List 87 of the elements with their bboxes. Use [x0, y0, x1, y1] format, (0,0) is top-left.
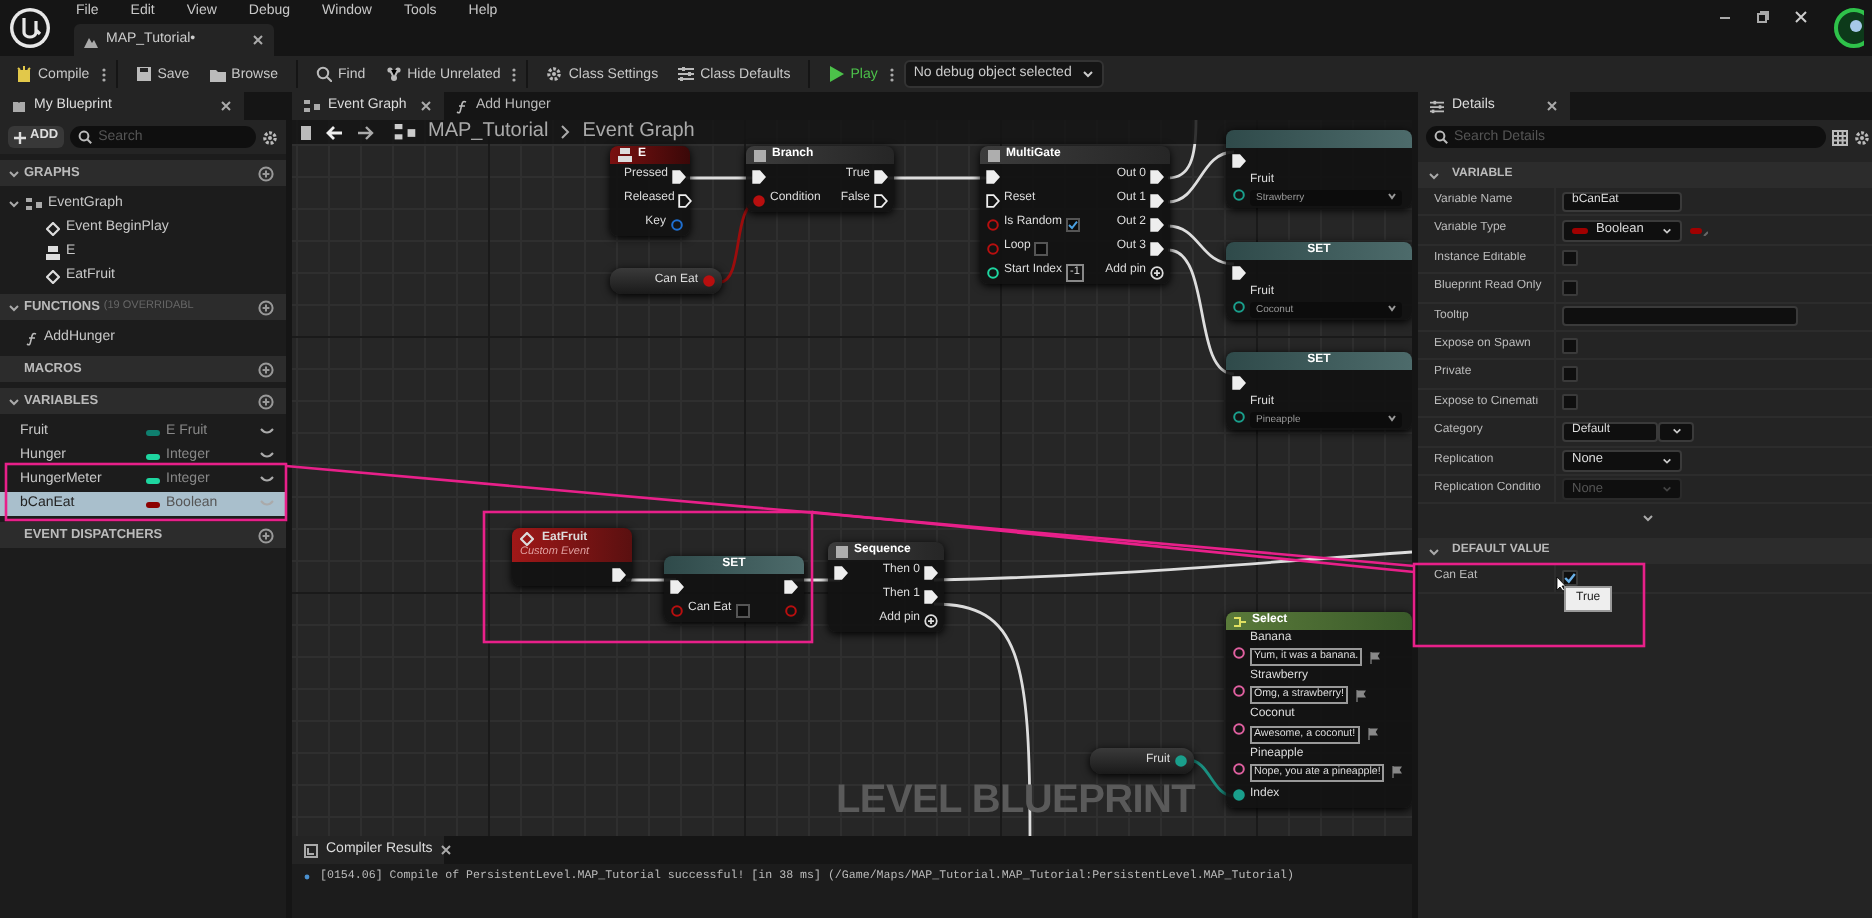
more-icon[interactable]	[512, 67, 517, 81]
caret-icon	[1388, 304, 1396, 313]
caret-icon	[1662, 225, 1672, 236]
caret-icon	[1388, 192, 1396, 201]
event-icon	[46, 221, 60, 235]
checkbox[interactable]	[1562, 394, 1578, 411]
caret-icon	[1662, 455, 1672, 466]
checkbox[interactable]	[735, 603, 750, 617]
eye-closed-icon[interactable]	[260, 476, 274, 484]
checkbox[interactable]	[1562, 279, 1578, 296]
checkbox[interactable]	[1034, 241, 1049, 255]
settings-icon[interactable]	[1854, 129, 1870, 145]
play-icon	[828, 66, 845, 82]
class-defaults-icon	[678, 66, 695, 82]
log-icon	[304, 843, 318, 857]
input-event-icon	[46, 245, 60, 259]
caret-icon	[1662, 484, 1672, 495]
chevron-icon[interactable]	[8, 395, 20, 407]
graph-icon	[304, 99, 320, 113]
search-icon	[78, 130, 93, 144]
node-icon	[988, 149, 1000, 161]
close-icon[interactable]	[220, 100, 232, 112]
node-icon	[1234, 615, 1246, 627]
cursor-icon	[1556, 576, 1566, 593]
check-icon	[1564, 571, 1576, 584]
browse-icon	[209, 66, 226, 82]
eye-closed-icon[interactable]	[260, 452, 274, 460]
checkbox[interactable]	[1562, 250, 1578, 267]
compile-icon	[16, 66, 32, 82]
save-icon	[135, 66, 152, 82]
flag-icon	[1392, 766, 1403, 779]
restore-icon[interactable]	[1756, 10, 1770, 24]
book-icon	[12, 99, 26, 113]
flag-icon	[1370, 651, 1381, 664]
eye-closed-icon[interactable]	[260, 428, 274, 436]
forward-icon[interactable]	[356, 125, 374, 139]
flag-icon	[1356, 689, 1367, 702]
more-icon[interactable]	[101, 67, 106, 81]
check-icon	[1068, 219, 1079, 229]
event-icon	[520, 531, 534, 546]
breadcrumb-item[interactable]: Event Graph	[582, 120, 695, 144]
table-icon[interactable]	[1832, 129, 1848, 145]
bullet-icon	[304, 873, 310, 880]
close-icon[interactable]	[420, 100, 432, 112]
chevron-icon[interactable]	[1428, 169, 1440, 181]
chevron-icon[interactable]	[1428, 545, 1440, 558]
plus-icon	[14, 131, 26, 143]
breadcrumb-item[interactable]: MAP_Tutorial	[428, 120, 549, 144]
close-icon[interactable]	[252, 34, 264, 46]
graph-icon	[26, 197, 42, 211]
flag-icon	[1367, 728, 1378, 741]
function-icon	[26, 331, 38, 345]
back-icon[interactable]	[326, 125, 344, 139]
checkbox[interactable]	[1562, 337, 1578, 354]
avatar-icon[interactable]	[1832, 6, 1864, 50]
hide-unrelated-icon	[385, 66, 402, 82]
chevron-icon[interactable]	[8, 198, 20, 210]
chevron-icon	[560, 124, 571, 140]
class-settings-icon	[546, 66, 563, 82]
text-field[interactable]	[1562, 306, 1798, 327]
chevron-icon[interactable]	[8, 167, 20, 179]
caret-icon	[1081, 67, 1094, 80]
dropdown-button[interactable]	[1658, 421, 1694, 442]
node-icon	[754, 149, 766, 161]
details-icon	[1430, 99, 1444, 113]
more-icon[interactable]	[889, 67, 894, 81]
close-icon[interactable]	[440, 844, 453, 856]
settings-icon[interactable]	[262, 129, 278, 145]
close-icon[interactable]	[1794, 10, 1808, 24]
caret-icon	[1671, 426, 1681, 437]
clipboard-icon[interactable]	[300, 123, 314, 141]
node-icon	[836, 545, 848, 557]
level-icon	[84, 33, 98, 47]
checkbox[interactable]	[1562, 366, 1578, 383]
find-icon	[316, 66, 332, 82]
close-icon[interactable]	[1546, 100, 1558, 112]
search-icon	[1434, 130, 1448, 144]
function-icon	[456, 99, 468, 113]
input-event-icon	[618, 148, 632, 162]
pin-type-icon[interactable]	[1690, 225, 1708, 236]
show-more-icon[interactable]	[1642, 511, 1654, 524]
caret-icon	[1388, 414, 1396, 423]
event-icon	[46, 269, 60, 283]
chevron-icon[interactable]	[8, 301, 20, 313]
engine-logo-icon[interactable]	[8, 6, 52, 50]
checkbox[interactable]	[1066, 217, 1081, 231]
graph-icon	[394, 123, 416, 141]
